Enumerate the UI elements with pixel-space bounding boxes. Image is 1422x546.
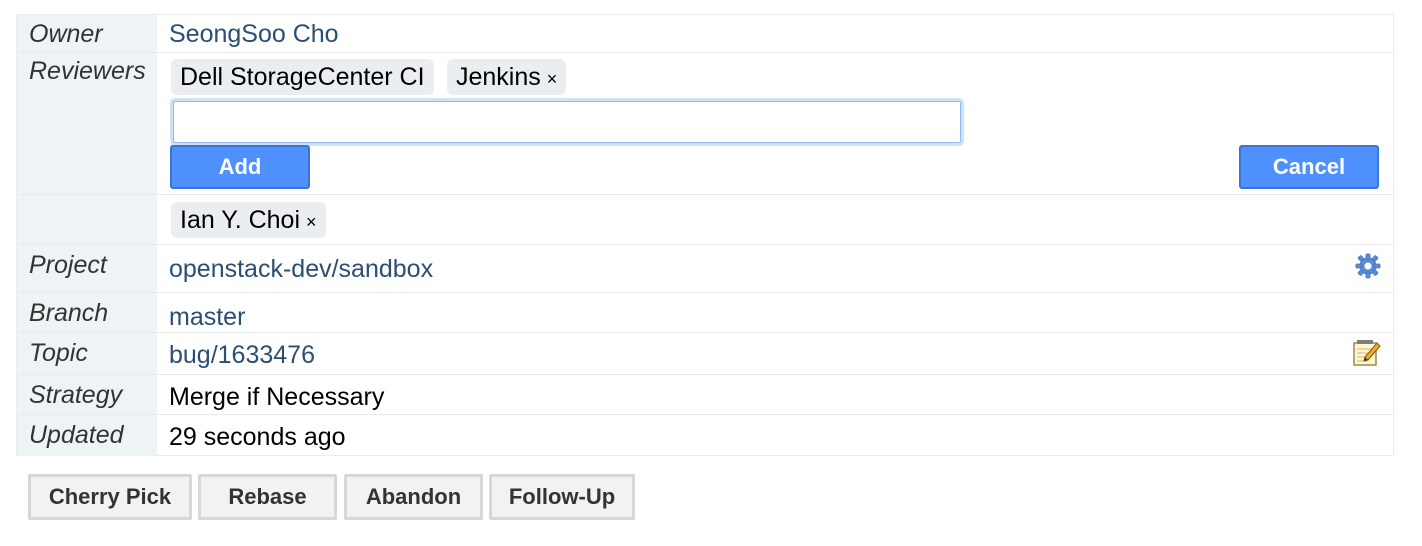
reviewer-chip: Dell StorageCenter CI: [171, 59, 434, 95]
strategy-value: Merge if Necessary: [169, 383, 385, 411]
project-row: Project openstack-dev/sandbox: [17, 245, 1393, 293]
branch-label: Branch: [17, 293, 157, 332]
updated-value: 29 seconds ago: [169, 423, 346, 451]
cherry-pick-button[interactable]: Cherry Pick: [28, 474, 192, 520]
cc-row: Ian Y. Choi ×: [17, 195, 1393, 245]
reviewer-chip-label: Jenkins: [456, 63, 541, 91]
add-reviewer-button[interactable]: Add: [170, 145, 310, 189]
project-label: Project: [17, 245, 157, 292]
strategy-row: Strategy Merge if Necessary: [17, 375, 1393, 415]
change-info-panel: Owner SeongSoo Cho Reviewers Dell Storag…: [16, 14, 1394, 456]
cc-label: [17, 195, 157, 244]
reviewer-search-input[interactable]: [173, 101, 961, 143]
rebase-button[interactable]: Rebase: [198, 474, 337, 520]
cc-chip: Ian Y. Choi ×: [171, 202, 326, 238]
owner-link[interactable]: SeongSoo Cho: [169, 15, 339, 53]
follow-up-button[interactable]: Follow-Up: [489, 474, 635, 520]
owner-row: Owner SeongSoo Cho: [17, 15, 1393, 53]
edit-icon[interactable]: [1351, 337, 1383, 369]
cc-chip-label: Ian Y. Choi: [180, 206, 301, 234]
abandon-button[interactable]: Abandon: [344, 474, 483, 520]
reviewer-chip: Jenkins ×: [447, 59, 567, 95]
gear-icon[interactable]: [1355, 253, 1381, 279]
branch-link[interactable]: master: [169, 297, 245, 337]
reviewer-chip-label: Dell StorageCenter CI: [180, 63, 425, 91]
owner-label: Owner: [17, 15, 157, 52]
updated-row: Updated 29 seconds ago: [17, 415, 1393, 456]
topic-label: Topic: [17, 333, 157, 374]
updated-label: Updated: [17, 415, 157, 456]
reviewers-label: Reviewers: [17, 53, 157, 194]
reviewers-row: Reviewers Dell StorageCenter CI Jenkins ×…: [17, 53, 1393, 195]
strategy-label: Strategy: [17, 375, 157, 414]
branch-row: Branch master: [17, 293, 1393, 333]
topic-link[interactable]: bug/1633476: [169, 335, 315, 375]
project-link[interactable]: openstack-dev/sandbox: [169, 249, 433, 289]
cancel-button[interactable]: Cancel: [1239, 145, 1379, 189]
remove-cc-icon[interactable]: ×: [306, 212, 317, 232]
remove-reviewer-icon[interactable]: ×: [547, 69, 558, 89]
topic-row: Topic bug/1633476: [17, 333, 1393, 375]
